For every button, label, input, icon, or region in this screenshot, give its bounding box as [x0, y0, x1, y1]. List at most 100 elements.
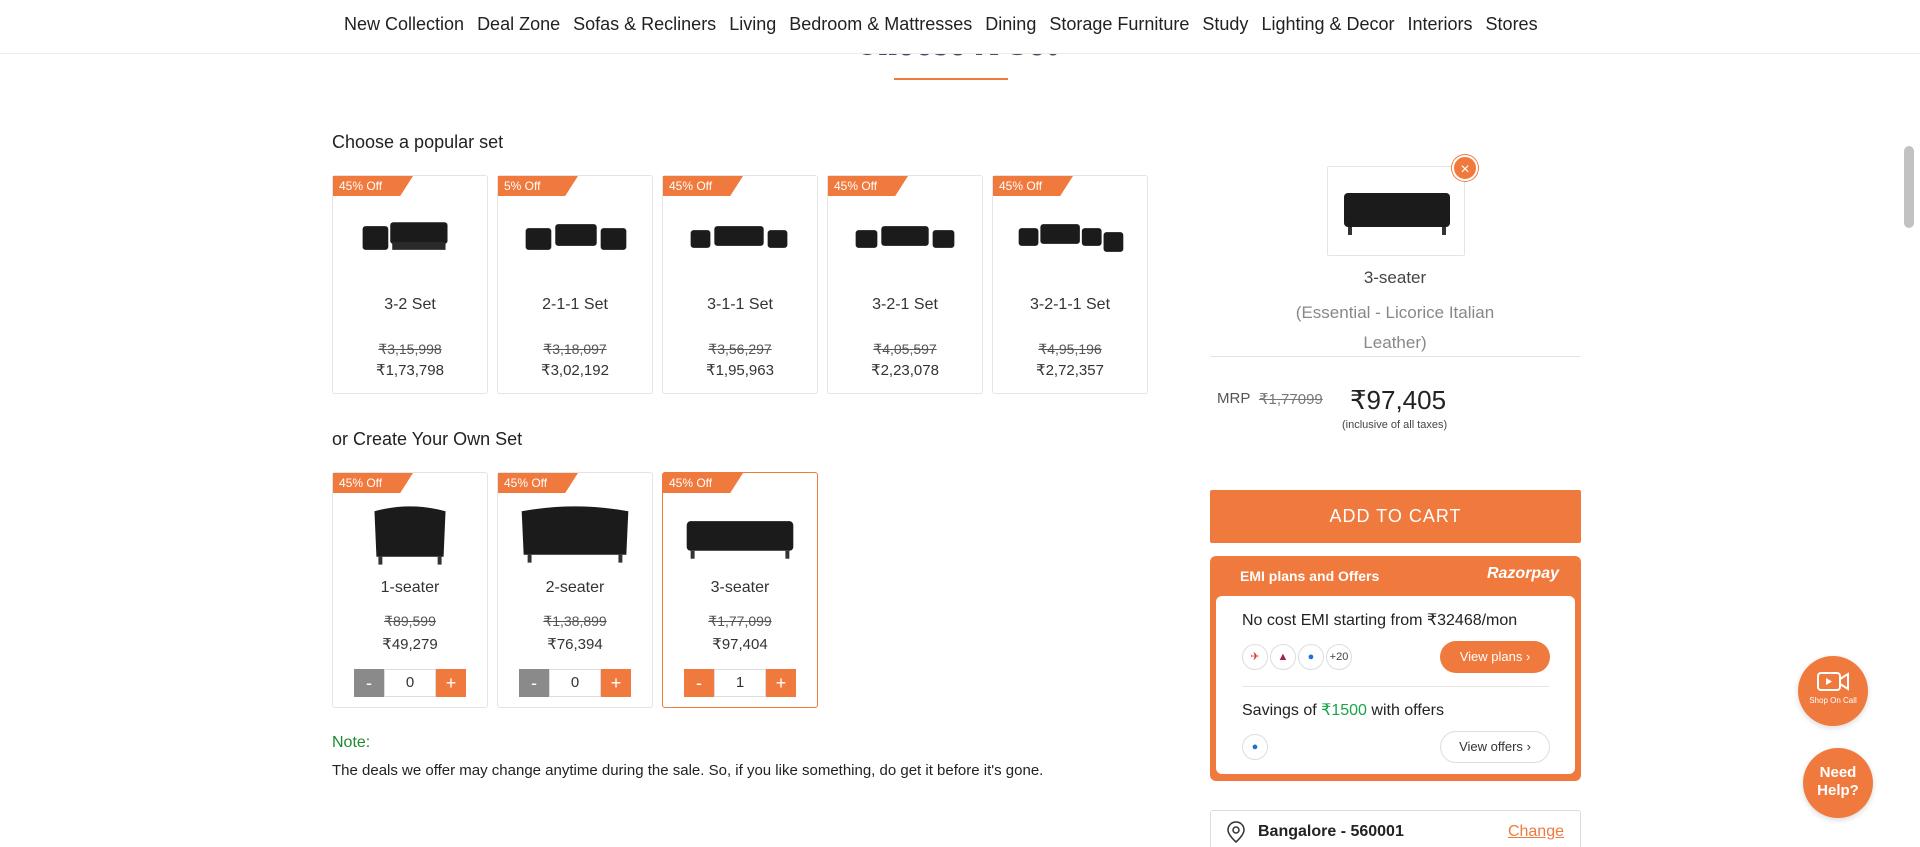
- seater-mrp: ₹1,38,899: [543, 613, 607, 629]
- video-call-icon: [1817, 672, 1849, 691]
- location-text: Bangalore - 560001: [1258, 823, 1404, 840]
- set-card-3-2[interactable]: 45% Off 3-2 Set ₹3,15,998 ₹1,73,798: [332, 175, 488, 394]
- selected-item-thumbnail: [1327, 166, 1465, 256]
- decrement-button[interactable]: -: [354, 669, 384, 697]
- seater-price: ₹76,394: [547, 636, 603, 653]
- sofa-set-image: [855, 226, 955, 248]
- savings-suffix: with offers: [1366, 702, 1445, 719]
- add-to-cart-button[interactable]: ADD TO CART: [1210, 490, 1581, 543]
- note-text: The deals we offer may change anytime du…: [332, 762, 1044, 779]
- view-offers-label: View offers: [1459, 739, 1523, 754]
- savings-text: Savings of ₹1500 with offers: [1242, 700, 1444, 720]
- nav-storage-furniture[interactable]: Storage Furniture: [1049, 14, 1189, 35]
- sofa-set-image: [690, 226, 788, 248]
- nav-interiors[interactable]: Interiors: [1408, 14, 1473, 35]
- custom-card-1-seater[interactable]: 45% Off 1-seater ₹89,599 ₹49,279 - 0 +: [332, 472, 488, 708]
- chevron-right-icon: ›: [1525, 649, 1531, 664]
- view-offers-button[interactable]: View offers ›: [1440, 731, 1550, 763]
- discount-ribbon: 45% Off: [333, 176, 413, 196]
- set-mrp: ₹4,05,597: [873, 341, 937, 357]
- quantity-stepper: - 0 +: [519, 669, 631, 697]
- seater-price: ₹97,404: [712, 636, 768, 653]
- set-name: 2-1-1 Set: [542, 296, 608, 313]
- set-card-3-2-1[interactable]: 45% Off 3-2-1 Set ₹4,05,597 ₹2,23,078: [827, 175, 983, 394]
- seater-mrp: ₹89,599: [384, 613, 436, 629]
- chevron-right-icon: ›: [1526, 739, 1531, 754]
- decrement-button[interactable]: -: [684, 669, 714, 697]
- discount-ribbon: 45% Off: [663, 473, 743, 493]
- quantity-value[interactable]: 0: [384, 669, 436, 697]
- decrement-button[interactable]: -: [519, 669, 549, 697]
- savings-prefix: Savings of: [1242, 702, 1322, 719]
- nav-study[interactable]: Study: [1202, 14, 1248, 35]
- more-banks-badge: +20: [1326, 644, 1352, 670]
- delivery-location: Bangalore - 560001 Change: [1210, 810, 1581, 847]
- shop-on-call-label: Shop On Call: [1809, 696, 1857, 705]
- increment-button[interactable]: +: [766, 669, 796, 697]
- divider: [1242, 686, 1549, 687]
- nav-sofas-recliners[interactable]: Sofas & Recliners: [573, 14, 716, 35]
- sofa-3-seater-image: [686, 521, 794, 559]
- sofa-2-seater-image: [521, 506, 629, 563]
- set-price: ₹1,73,798: [376, 362, 444, 379]
- need-help-button[interactable]: Need Help?: [1803, 748, 1873, 818]
- savings-amount: ₹1500: [1321, 702, 1367, 719]
- create-set-heading: or Create Your Own Set: [332, 429, 523, 449]
- nav-lighting-decor[interactable]: Lighting & Decor: [1261, 14, 1394, 35]
- remove-item-button[interactable]: ×: [1452, 155, 1478, 181]
- increment-button[interactable]: +: [601, 669, 631, 697]
- sofa-1-seater-image: [374, 506, 446, 565]
- seater-name: 3-seater: [710, 579, 770, 596]
- selected-item-name: 3-seater: [1363, 268, 1427, 287]
- seater-name: 1-seater: [380, 579, 440, 596]
- emi-offers-panel: EMI plans and Offers Razorpay No cost EM…: [1210, 556, 1581, 781]
- top-navigation: New Collection Deal Zone Sofas & Recline…: [0, 0, 1920, 54]
- custom-card-3-seater[interactable]: 45% Off 3-seater ₹1,77,099 ₹97,404 - 1 +: [662, 472, 818, 708]
- sofa-set-image: [362, 222, 448, 250]
- bank-logo-icon: ●: [1242, 734, 1268, 760]
- quantity-value[interactable]: 1: [714, 669, 766, 697]
- total-price: ₹97,405: [1350, 385, 1447, 415]
- nav-stores[interactable]: Stores: [1486, 14, 1538, 35]
- increment-button[interactable]: +: [436, 669, 466, 697]
- shop-on-call-button[interactable]: Shop On Call: [1798, 656, 1868, 726]
- view-plans-button[interactable]: View plans ›: [1440, 641, 1550, 673]
- sofa-set-image: [525, 224, 627, 250]
- set-name: 3-2 Set: [384, 296, 436, 313]
- set-name: 3-2-1-1 Set: [1029, 296, 1111, 313]
- set-mrp: ₹3,18,097: [543, 341, 607, 357]
- scrollbar-thumb[interactable]: [1904, 146, 1914, 228]
- discount-ribbon: 45% Off: [333, 473, 413, 493]
- nav-new-collection[interactable]: New Collection: [344, 14, 464, 35]
- razorpay-logo: Razorpay: [1486, 565, 1559, 582]
- nav-living[interactable]: Living: [729, 14, 776, 35]
- note-label: Note:: [332, 734, 371, 751]
- discount-ribbon: 45% Off: [828, 176, 908, 196]
- custom-card-2-seater[interactable]: 45% Off 2-seater ₹1,38,899 ₹76,394 - 0 +: [497, 472, 653, 708]
- emi-starting-text: No cost EMI starting from ₹32468/mon: [1242, 612, 1518, 629]
- set-price: ₹2,23,078: [871, 362, 939, 379]
- emi-card: No cost EMI starting from ₹32468/mon ✈ ▲…: [1216, 596, 1575, 774]
- bank-logo-icon: ▲: [1270, 644, 1296, 670]
- change-location-link[interactable]: Change: [1508, 823, 1564, 841]
- set-card-3-2-1-1[interactable]: 45% Off 3-2-1-1 Set ₹4,95,196 ₹2,72,357: [992, 175, 1148, 394]
- tax-note: (inclusive of all taxes): [1342, 419, 1448, 431]
- discount-ribbon: 45% Off: [663, 176, 743, 196]
- quantity-stepper: - 1 +: [684, 669, 796, 697]
- sofa-3-seater-thumb: [1344, 193, 1450, 235]
- view-plans-label: View plans: [1459, 649, 1523, 664]
- quantity-value[interactable]: 0: [549, 669, 601, 697]
- set-price: ₹1,95,963: [706, 362, 774, 379]
- nav-deal-zone[interactable]: Deal Zone: [477, 14, 560, 35]
- nav-dining[interactable]: Dining: [985, 14, 1036, 35]
- set-card-2-1-1[interactable]: 5% Off 2-1-1 Set ₹3,18,097 ₹3,02,192: [497, 175, 653, 394]
- emi-heading: EMI plans and Offers: [1240, 568, 1380, 584]
- selected-item-variant: (Essential - Licorice Italian Leather): [1295, 303, 1495, 352]
- set-price: ₹2,72,357: [1036, 362, 1104, 379]
- discount-ribbon: 5% Off: [498, 176, 578, 196]
- title-underline: [894, 78, 1008, 80]
- bank-logo-icon: ✈: [1242, 644, 1268, 670]
- bank-logo-icon: ●: [1298, 644, 1324, 670]
- set-card-3-1-1[interactable]: 45% Off 3-1-1 Set ₹3,56,297 ₹1,95,963: [662, 175, 818, 394]
- nav-bedroom-mattresses[interactable]: Bedroom & Mattresses: [789, 14, 972, 35]
